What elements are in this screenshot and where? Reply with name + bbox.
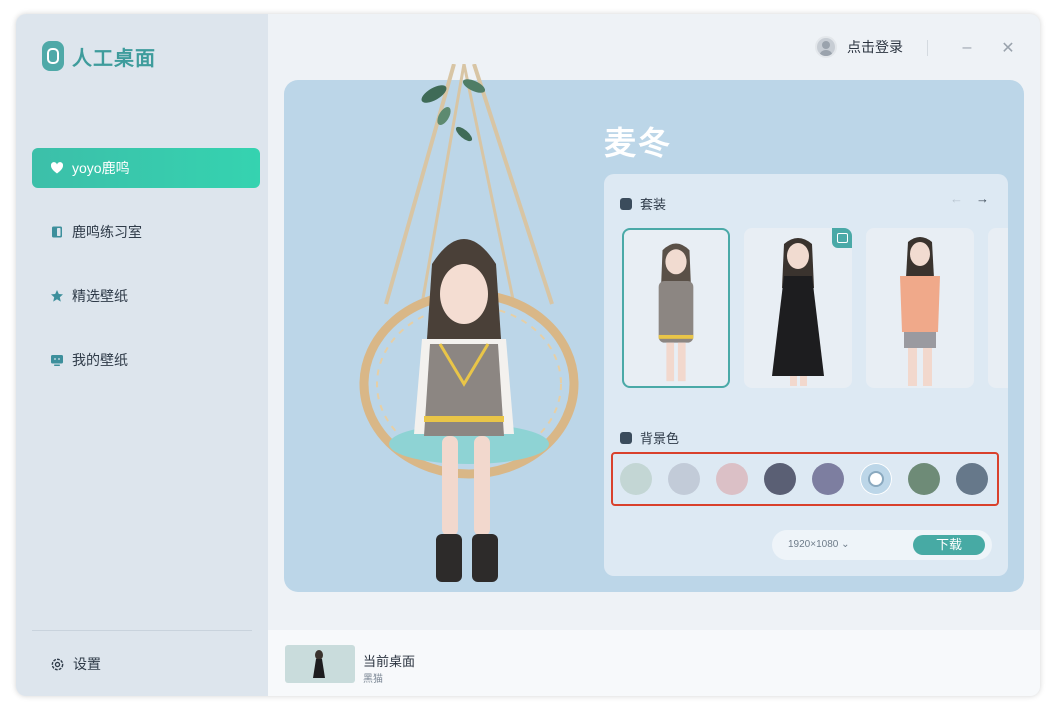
outfit-icon	[620, 197, 632, 210]
current-desktop-label: 当前桌面	[363, 654, 416, 669]
outfit-thumbnail	[900, 237, 940, 386]
outfit-card-vest[interactable]	[622, 228, 730, 388]
outfit-thumbnail	[772, 238, 824, 386]
background-color-swatches	[611, 452, 999, 506]
sidebar-item-label: 我的壁纸	[72, 352, 128, 368]
outfit-thumbnail	[658, 243, 694, 382]
outfit-card-peach-tshirt[interactable]	[866, 228, 974, 388]
character-hero: 麦冬 套装 ← → 背景色 1920×1080 ⌄ 下载	[284, 64, 1024, 592]
door-icon	[50, 225, 64, 239]
color-swatch[interactable]	[716, 463, 748, 495]
color-swatch[interactable]	[908, 463, 940, 495]
background-color-heading: 背景色	[620, 428, 679, 447]
sidebar-item-practice-room[interactable]: 鹿鸣练习室	[32, 212, 260, 252]
character-name: 麦冬	[604, 125, 673, 161]
sidebar: 人工桌面 yoyo鹿鸣 鹿鸣练习室 精选壁纸 我的壁纸 设置	[16, 14, 268, 696]
close-button[interactable]: ✕	[998, 38, 1018, 58]
background-color-title: 背景色	[640, 431, 680, 446]
app-window: 人工桌面 yoyo鹿鸣 鹿鸣练习室 精选壁纸 我的壁纸 设置 点击登录 – ✕ …	[16, 14, 1040, 696]
sidebar-item-label: yoyo鹿鸣	[72, 160, 130, 176]
sidebar-item-label: 精选壁纸	[72, 288, 128, 304]
minimize-icon: –	[962, 39, 972, 56]
app-name: 人工桌面	[72, 47, 156, 70]
logo-icon	[42, 41, 64, 71]
color-swatch[interactable]	[812, 463, 844, 495]
color-swatch[interactable]	[668, 463, 700, 495]
outfit-list	[622, 228, 1008, 388]
color-swatch[interactable]	[956, 463, 988, 495]
color-swatch-selected[interactable]	[860, 463, 892, 495]
monitor-icon	[50, 353, 64, 367]
sidebar-divider	[32, 630, 252, 631]
selected-indicator-icon	[868, 471, 884, 487]
customize-panel: 套装 ← → 背景色 1920×1080 ⌄ 下载	[604, 174, 1008, 576]
monitor-badge-icon	[832, 228, 852, 248]
star-icon	[50, 289, 64, 303]
color-swatch[interactable]	[764, 463, 796, 495]
chevron-down-icon: ⌄	[841, 539, 850, 550]
current-desktop-name: 黑猫	[363, 674, 383, 685]
heart-icon	[50, 161, 64, 175]
settings-button[interactable]: 设置	[50, 654, 101, 674]
palette-icon	[620, 431, 632, 444]
resolution-value: 1920×1080	[788, 539, 839, 550]
outfits-title: 套装	[640, 197, 667, 212]
sidebar-item-label: 鹿鸣练习室	[72, 224, 142, 240]
color-swatch[interactable]	[620, 463, 652, 495]
gear-icon	[51, 658, 64, 670]
titlebar-divider	[927, 40, 928, 56]
sidebar-item-my-wallpapers[interactable]: 我的壁纸	[32, 340, 260, 380]
settings-label: 设置	[73, 656, 101, 672]
sidebar-item-featured-wallpapers[interactable]: 精选壁纸	[32, 276, 260, 316]
download-bar: 1920×1080 ⌄ 下载	[772, 530, 992, 560]
outfits-heading: 套装	[620, 194, 666, 213]
login-button[interactable]: 点击登录	[815, 36, 903, 58]
app-logo: 人工桌面	[42, 41, 156, 71]
outfit-pager: ← →	[950, 192, 990, 206]
next-arrow-icon[interactable]: →	[976, 192, 990, 206]
outfit-card-more[interactable]	[988, 228, 1008, 388]
resolution-select[interactable]: 1920×1080 ⌄	[788, 539, 850, 550]
avatar	[815, 36, 837, 58]
current-desktop-bar: 当前桌面 黑猫	[268, 630, 1040, 696]
prev-arrow-icon[interactable]: ←	[950, 192, 964, 206]
sidebar-item-yoyo[interactable]: yoyo鹿鸣	[32, 148, 260, 188]
character-illustration	[359, 64, 579, 582]
close-icon: ✕	[1001, 40, 1015, 57]
minimize-button[interactable]: –	[957, 38, 977, 58]
login-label: 点击登录	[847, 39, 903, 55]
current-desktop-thumbnail[interactable]	[285, 645, 355, 683]
download-button[interactable]: 下载	[913, 535, 985, 555]
outfit-card-black-dress[interactable]	[744, 228, 852, 388]
